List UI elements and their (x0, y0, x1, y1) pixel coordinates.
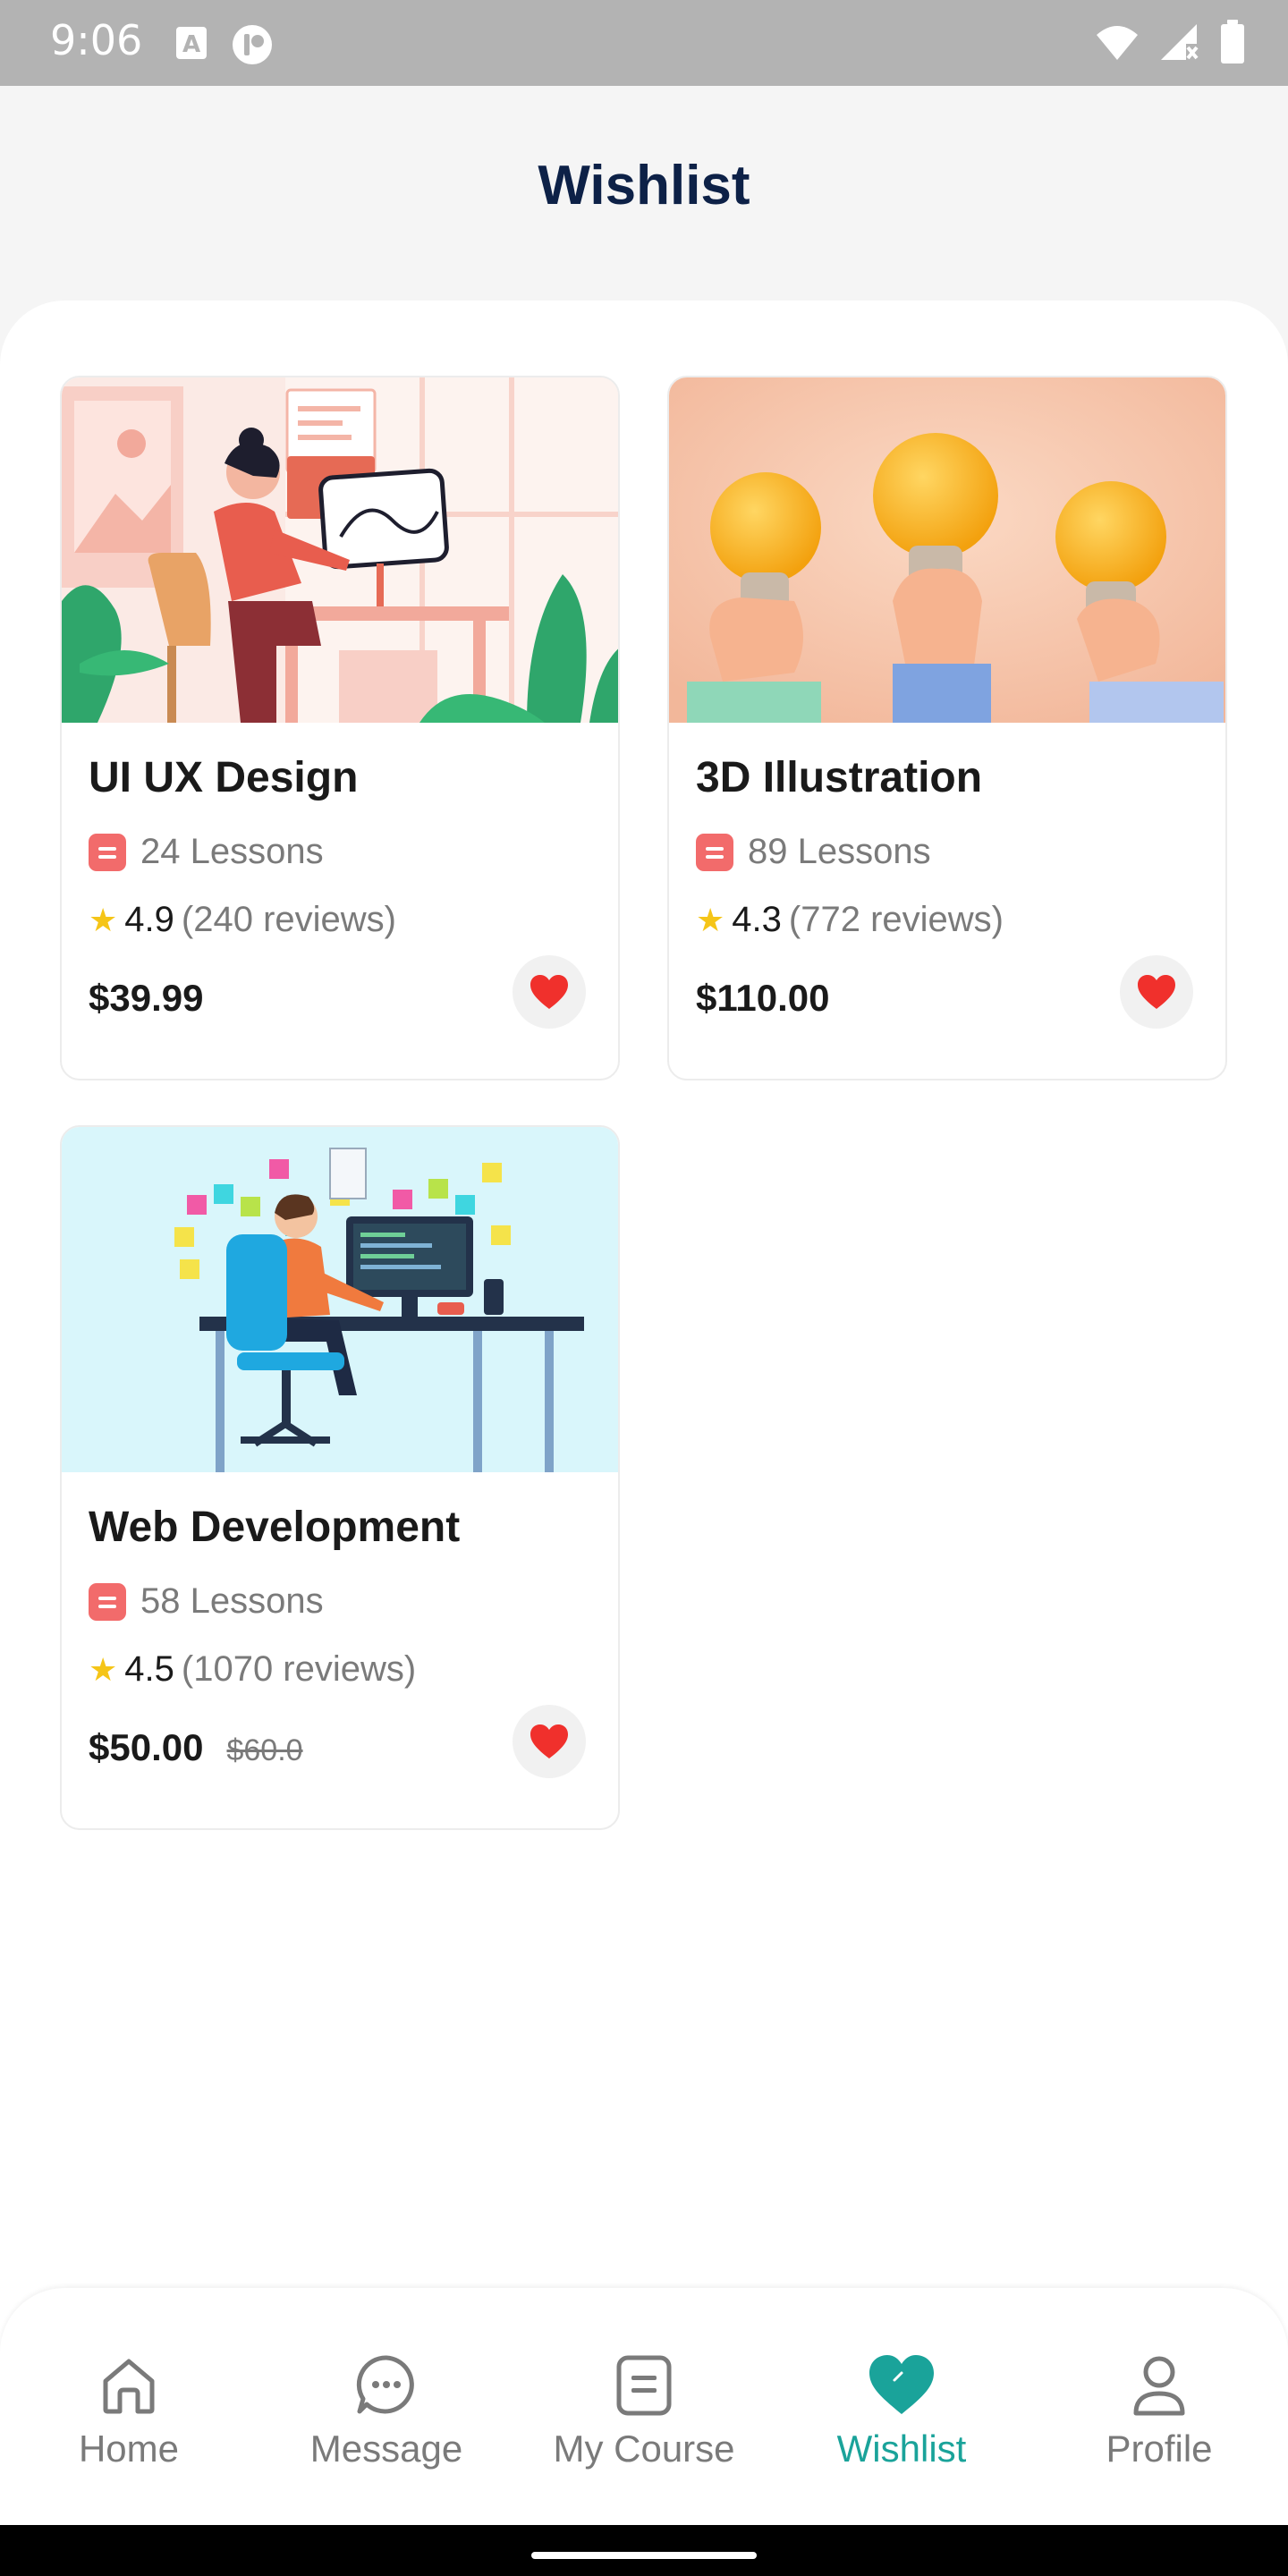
nav-label-message: Message (309, 2428, 463, 2470)
nav-label-wishlist: Wishlist (836, 2428, 967, 2470)
rating-value: 4.9 (124, 900, 174, 939)
rating-reviews: (240 reviews) (181, 900, 396, 939)
heart-icon (869, 2355, 934, 2414)
lessons-count: 89 Lessons (696, 832, 931, 872)
course-icon (616, 2355, 672, 2416)
wifi-icon (1097, 26, 1138, 60)
home-icon (103, 2359, 155, 2414)
status-bar: 9:06 A (0, 0, 1288, 86)
heart-icon (530, 1724, 568, 1758)
heart-icon (530, 975, 568, 1009)
rating-value: 4.3 (732, 900, 782, 939)
lessons-label: 58 Lessons (140, 1581, 324, 1621)
remove-from-wishlist-button[interactable] (1120, 955, 1193, 1029)
status-left-icons: A (175, 23, 274, 66)
lessons-icon (89, 833, 126, 871)
star-icon: ★ (89, 1650, 118, 1688)
page-title: Wishlist (538, 155, 750, 216)
course-title[interactable]: Web Development (89, 1503, 460, 1552)
course-title[interactable]: UI UX Design (89, 753, 358, 802)
price-row: $50.00 $60.0 (89, 1726, 303, 1769)
status-time: 9:06 (50, 16, 143, 64)
star-icon: ★ (696, 901, 725, 938)
home-gesture-handle[interactable] (531, 2552, 757, 2559)
course-card[interactable]: Web Development 58 Lessons ★ 4.5 (1070 r… (60, 1125, 620, 1830)
course-old-price: $60.0 (226, 1733, 303, 1767)
app-badge-icon (233, 25, 272, 64)
status-right-icons (1095, 20, 1245, 64)
course-rating: ★ 4.3 (772 reviews) (696, 900, 1004, 940)
course-rating: ★ 4.5 (1070 reviews) (89, 1649, 416, 1690)
text-a-icon: A (176, 27, 207, 59)
nav-item-wishlist[interactable]: Wishlist (773, 2288, 1030, 2525)
star-icon: ★ (89, 901, 118, 938)
nav-label-profile: Profile (1106, 2428, 1213, 2470)
price-row: $110.00 (696, 977, 830, 1020)
course-title[interactable]: 3D Illustration (696, 753, 982, 802)
rating-reviews: (772 reviews) (788, 900, 1004, 939)
course-price: $39.99 (89, 977, 204, 1019)
course-card[interactable]: UI UX Design 24 Lessons ★ 4.9 (240 revie… (60, 376, 620, 1080)
nav-label-home: Home (78, 2428, 180, 2470)
lessons-icon (89, 1582, 126, 1621)
message-icon (356, 2355, 414, 2414)
lessons-icon (696, 833, 733, 871)
price-row: $39.99 (89, 977, 203, 1020)
ui-ux-design-illustration (62, 377, 618, 723)
lightbulb-hands-illustration (669, 377, 1225, 723)
battery-icon (1221, 20, 1244, 64)
heart-icon (1138, 975, 1175, 1009)
nav-item-profile[interactable]: Profile (1030, 2288, 1288, 2525)
profile-icon (1133, 2356, 1185, 2416)
lessons-count: 24 Lessons (89, 832, 324, 872)
web-developer-desk-illustration (62, 1127, 618, 1472)
course-card[interactable]: 3D Illustration 89 Lessons ★ 4.3 (772 re… (667, 376, 1227, 1080)
bottom-navigation: Home Message My Course Wishlist Profile (0, 2288, 1288, 2525)
lessons-count: 58 Lessons (89, 1581, 324, 1622)
nav-label-my-course: My Course (553, 2428, 735, 2470)
nav-item-my-course[interactable]: My Course (515, 2288, 773, 2525)
lessons-label: 24 Lessons (140, 832, 324, 871)
course-rating: ★ 4.9 (240 reviews) (89, 900, 396, 940)
rating-reviews: (1070 reviews) (181, 1649, 417, 1689)
signal-no-service-icon (1161, 24, 1199, 60)
lessons-label: 89 Lessons (748, 832, 931, 871)
rating-value: 4.5 (124, 1649, 174, 1689)
remove-from-wishlist-button[interactable] (513, 955, 586, 1029)
system-gesture-bar (0, 2525, 1288, 2576)
nav-item-home[interactable]: Home (0, 2288, 258, 2525)
course-price: $110.00 (696, 977, 830, 1019)
nav-item-message[interactable]: Message (258, 2288, 515, 2525)
svg-text:A: A (182, 31, 200, 58)
course-price: $50.00 (89, 1726, 204, 1768)
remove-from-wishlist-button[interactable] (513, 1705, 586, 1778)
